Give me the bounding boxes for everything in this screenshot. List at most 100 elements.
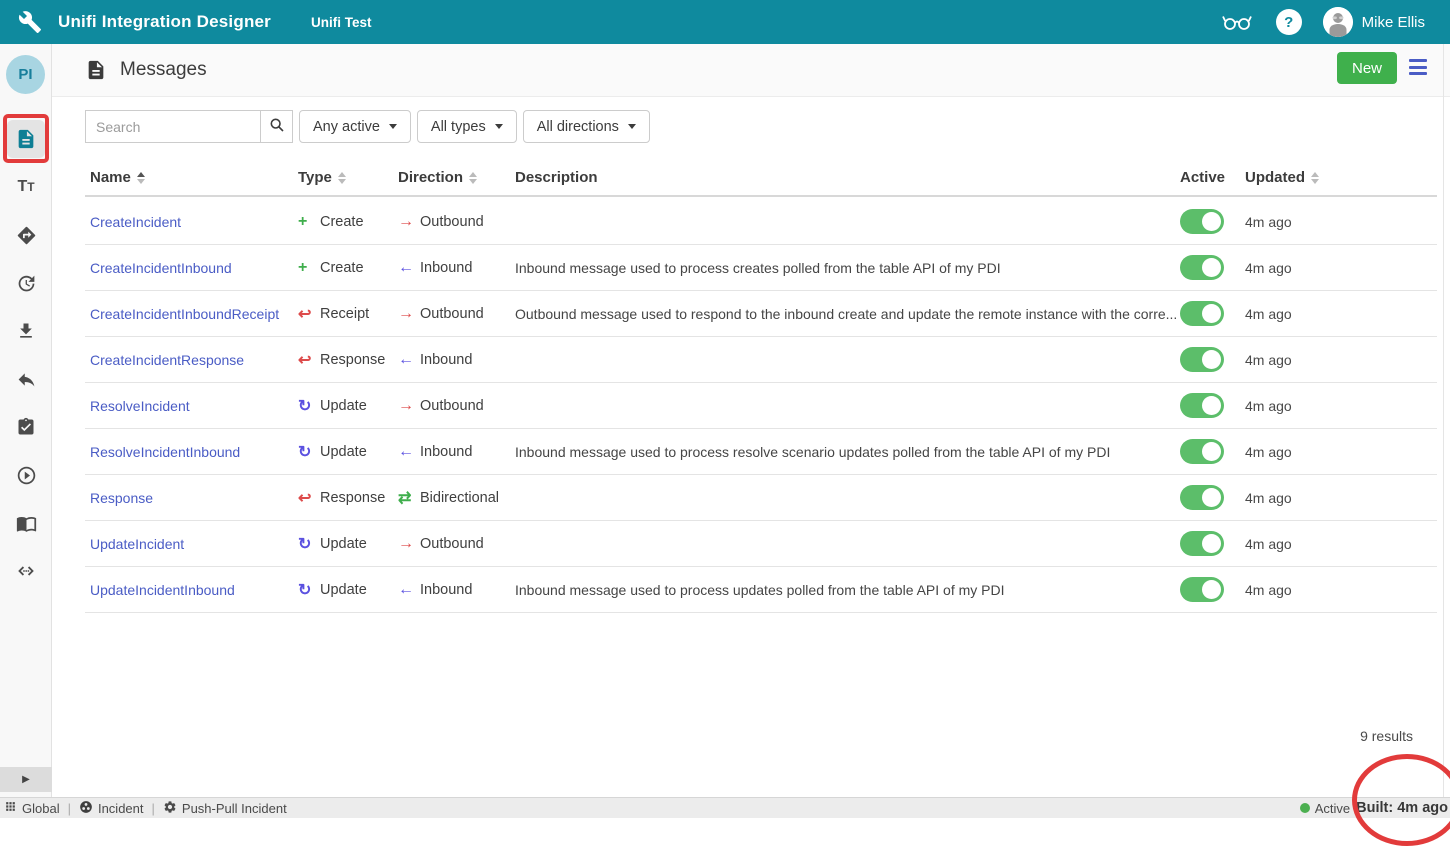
application-breadcrumb[interactable]: Incident bbox=[79, 800, 144, 817]
arrow-right-icon: → bbox=[398, 397, 420, 415]
new-button[interactable]: New bbox=[1337, 52, 1397, 84]
description-text: Inbound message used to process resolve … bbox=[515, 429, 1180, 475]
active-toggle[interactable] bbox=[1180, 439, 1224, 464]
table-row: CreateIncidentInbound +Create ←Inbound I… bbox=[85, 245, 1437, 291]
sidebar-item-runs[interactable] bbox=[7, 456, 45, 494]
active-toggle[interactable] bbox=[1180, 301, 1224, 326]
arrow-left-icon: ← bbox=[398, 259, 420, 277]
type-label: Receipt bbox=[320, 306, 369, 322]
sidebar-item-pollers[interactable] bbox=[7, 312, 45, 350]
user-avatar[interactable] bbox=[1323, 7, 1353, 37]
glasses-icon[interactable] bbox=[1222, 12, 1252, 32]
message-name-link[interactable]: CreateIncidentInbound bbox=[90, 260, 232, 276]
active-toggle[interactable] bbox=[1180, 485, 1224, 510]
sidebar-collapse-button[interactable]: ▶ bbox=[0, 767, 52, 792]
direction-label: Bidirectional bbox=[420, 490, 499, 506]
message-name-link[interactable]: UpdateIncident bbox=[90, 536, 184, 552]
reply-icon bbox=[16, 369, 37, 390]
toggle-knob bbox=[1202, 304, 1221, 323]
sidebar-item-tasks[interactable] bbox=[7, 408, 45, 446]
integration-breadcrumb[interactable]: Push-Pull Incident bbox=[163, 800, 287, 817]
menu-icon[interactable] bbox=[1409, 59, 1427, 75]
toggle-knob bbox=[1202, 396, 1221, 415]
message-name-link[interactable]: ResolveIncidentInbound bbox=[90, 444, 240, 460]
play-circle-icon bbox=[16, 465, 37, 486]
sidebar-item-field-maps[interactable] bbox=[7, 216, 45, 254]
column-header-name[interactable]: Name bbox=[85, 169, 298, 186]
sidebar-item-scripts[interactable] bbox=[7, 552, 45, 590]
updated-text: 4m ago bbox=[1242, 536, 1437, 552]
updated-text: 4m ago bbox=[1242, 490, 1437, 506]
sidebar-item-responses[interactable] bbox=[7, 360, 45, 398]
arrow-left-icon: ← bbox=[398, 443, 420, 461]
chevron-down-icon bbox=[495, 124, 503, 129]
column-header-type[interactable]: Type bbox=[298, 169, 398, 186]
column-header-direction[interactable]: Direction bbox=[398, 169, 515, 186]
sidebar: PI TT ▶ bbox=[0, 44, 52, 797]
updated-text: 4m ago bbox=[1242, 214, 1437, 230]
message-name-link[interactable]: CreateIncident bbox=[90, 214, 181, 230]
help-icon[interactable]: ? bbox=[1276, 9, 1302, 35]
updated-text: 4m ago bbox=[1242, 306, 1437, 322]
sort-icon bbox=[338, 172, 346, 184]
workspace-avatar[interactable]: PI bbox=[6, 55, 45, 94]
text-fields-icon: TT bbox=[17, 178, 34, 196]
column-header-active: Active bbox=[1180, 169, 1242, 186]
message-name-link[interactable]: CreateIncidentResponse bbox=[90, 352, 244, 368]
arrow-left-icon: ← bbox=[398, 351, 420, 369]
active-toggle[interactable] bbox=[1180, 531, 1224, 556]
active-toggle[interactable] bbox=[1180, 255, 1224, 280]
active-toggle[interactable] bbox=[1180, 577, 1224, 602]
message-name-link[interactable]: CreateIncidentInboundReceipt bbox=[90, 306, 279, 322]
direction-label: Inbound bbox=[420, 444, 472, 460]
filter-bar: Any active All types All directions bbox=[85, 110, 650, 143]
table-row: UpdateIncident ↻Update →Outbound 4m ago bbox=[85, 521, 1437, 567]
table-row: UpdateIncidentInbound ↻Update ←Inbound I… bbox=[85, 567, 1437, 613]
active-filter-dropdown[interactable]: Any active bbox=[299, 110, 411, 143]
scope-breadcrumb[interactable]: Global bbox=[4, 800, 60, 816]
active-toggle[interactable] bbox=[1180, 209, 1224, 234]
message-name-link[interactable]: UpdateIncidentInbound bbox=[90, 582, 235, 598]
chevron-down-icon bbox=[628, 124, 636, 129]
built-label: Built: 4m ago bbox=[1356, 800, 1448, 816]
grid-icon bbox=[4, 800, 17, 816]
sidebar-item-messages[interactable] bbox=[7, 120, 45, 158]
direction-label: Inbound bbox=[420, 260, 472, 276]
top-bar: Unifi Integration Designer Unifi Test ? bbox=[0, 0, 1450, 44]
directions-diamond-icon bbox=[16, 225, 37, 246]
column-header-description: Description bbox=[515, 169, 1180, 186]
messages-page-icon bbox=[85, 59, 107, 81]
type-label: Response bbox=[320, 352, 385, 368]
toggle-knob bbox=[1202, 488, 1221, 507]
toggle-knob bbox=[1202, 580, 1221, 599]
updated-text: 4m ago bbox=[1242, 582, 1437, 598]
reply-arrow-icon: ↩ bbox=[298, 488, 320, 508]
refresh-icon: ↻ bbox=[298, 442, 320, 462]
table-row: CreateIncident +Create →Outbound 4m ago bbox=[85, 199, 1437, 245]
direction-label: Inbound bbox=[420, 582, 472, 598]
type-label: Update bbox=[320, 398, 367, 414]
sidebar-item-fields[interactable]: TT bbox=[7, 168, 45, 206]
active-toggle[interactable] bbox=[1180, 393, 1224, 418]
type-label: Create bbox=[320, 260, 364, 276]
page-title: Messages bbox=[120, 59, 207, 81]
history-clock-icon bbox=[16, 273, 37, 294]
username[interactable]: Mike Ellis bbox=[1362, 14, 1425, 31]
table-row: Response ↩Response ⇄Bidirectional 4m ago bbox=[85, 475, 1437, 521]
search-input[interactable] bbox=[85, 110, 260, 143]
status-dot bbox=[1300, 803, 1310, 813]
direction-label: Outbound bbox=[420, 306, 484, 322]
app-title: Unifi Integration Designer bbox=[58, 12, 271, 32]
active-toggle[interactable] bbox=[1180, 347, 1224, 372]
type-label: Update bbox=[320, 444, 367, 460]
sidebar-item-documentation[interactable] bbox=[7, 504, 45, 542]
column-header-updated[interactable]: Updated bbox=[1242, 169, 1437, 186]
arrows-bidirectional-icon: ⇄ bbox=[398, 488, 420, 508]
message-name-link[interactable]: ResolveIncident bbox=[90, 398, 190, 414]
sidebar-item-history[interactable] bbox=[7, 264, 45, 302]
table-row: CreateIncidentResponse ↩Response ←Inboun… bbox=[85, 337, 1437, 383]
type-filter-dropdown[interactable]: All types bbox=[417, 110, 517, 143]
direction-filter-dropdown[interactable]: All directions bbox=[523, 110, 650, 143]
search-button[interactable] bbox=[260, 110, 293, 143]
message-name-link[interactable]: Response bbox=[90, 490, 153, 506]
